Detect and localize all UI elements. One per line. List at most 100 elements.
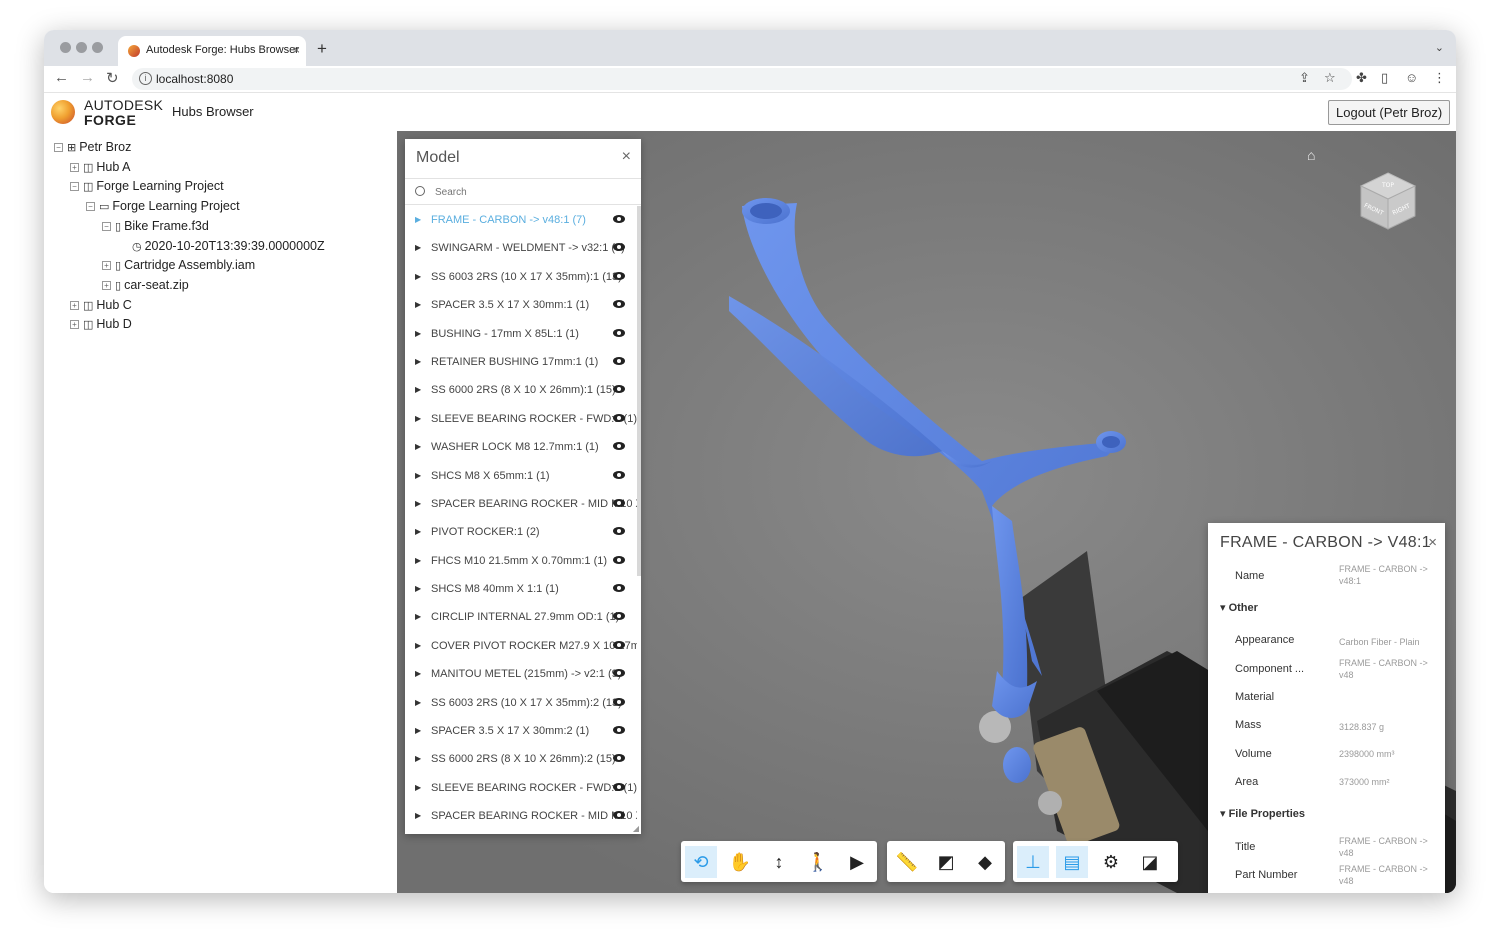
expand-arrow-icon[interactable]: ▶ (415, 547, 421, 575)
list-item[interactable]: ▶ FHCS M10 21.5mm X 0.70mm:1 (1) (405, 547, 637, 575)
visibility-eye-icon[interactable] (613, 385, 625, 394)
browser-menu-icon[interactable]: ⋮ (1433, 70, 1446, 86)
expand-arrow-icon[interactable]: ▶ (415, 348, 421, 376)
tree-node-file[interactable]: − ▯ Bike Frame.f3d (102, 218, 209, 234)
pan-tool-icon[interactable]: ✋ (724, 846, 756, 878)
list-item[interactable]: ▶ SS 6000 2RS (8 X 10 X 26mm):1 (15) (405, 376, 637, 404)
address-bar[interactable]: i localhost:8080 (132, 68, 1352, 90)
list-item[interactable]: ▶ WASHER LOCK M8 12.7mm:1 (1) (405, 433, 637, 461)
visibility-eye-icon[interactable] (613, 271, 625, 280)
expand-arrow-icon[interactable]: ▶ (415, 206, 421, 234)
list-item[interactable]: ▶ SPACER BEARING ROCKER - MID M10 X (405, 490, 637, 518)
profile-avatar-icon[interactable]: ☺ (1405, 70, 1418, 85)
logout-button[interactable]: Logout (Petr Broz) (1328, 100, 1451, 125)
zoom-tool-icon[interactable]: ↕ (763, 846, 795, 878)
collapse-toggle[interactable]: − (86, 202, 95, 211)
expand-arrow-icon[interactable]: ▶ (415, 376, 421, 404)
list-item[interactable]: ▶ SPACER 3.5 X 17 X 30mm:2 (1) (405, 717, 637, 745)
expand-toggle[interactable]: + (70, 163, 79, 172)
list-item[interactable]: ▶ FRAME - CARBON -> v48:1 (7) (405, 206, 637, 234)
visibility-eye-icon[interactable] (613, 442, 625, 451)
site-info-icon[interactable]: i (139, 72, 152, 85)
tree-node-file[interactable]: + ▯ Cartridge Assembly.iam (102, 257, 255, 273)
expand-arrow-icon[interactable]: ▶ (415, 433, 421, 461)
camera-tool-icon[interactable]: ▶ (841, 846, 873, 878)
scrollbar[interactable] (637, 206, 641, 576)
visibility-eye-icon[interactable] (613, 584, 625, 593)
expand-arrow-icon[interactable]: ▶ (415, 518, 421, 546)
viewcube-top-label[interactable]: TOP (1381, 182, 1394, 189)
visibility-eye-icon[interactable] (613, 782, 625, 791)
search-input[interactable] (435, 184, 625, 200)
expand-arrow-icon[interactable]: ▶ (415, 291, 421, 319)
expand-toggle[interactable]: + (70, 301, 79, 310)
collapse-toggle[interactable]: − (102, 222, 111, 231)
expand-arrow-icon[interactable]: ▶ (415, 575, 421, 603)
list-item[interactable]: ▶ BUSHING - 17mm X 85L:1 (1) (405, 320, 637, 348)
visibility-eye-icon[interactable] (613, 612, 625, 621)
properties-icon[interactable]: ▤ (1056, 846, 1088, 878)
visibility-eye-icon[interactable] (613, 215, 625, 223)
list-item[interactable]: ▶ SHCS M8 40mm X 1:1 (1) (405, 575, 637, 603)
visibility-eye-icon[interactable] (613, 669, 625, 678)
expand-arrow-icon[interactable]: ▶ (415, 802, 421, 824)
model-viewer[interactable]: ⌂ TOP FRONT RIGHT Model × ▶ FRAME - CARBO… (397, 131, 1456, 893)
side-panel-icon[interactable]: ▯ (1381, 70, 1388, 86)
new-tab-button[interactable]: + (317, 39, 327, 59)
list-item[interactable]: ▶ SLEEVE BEARING ROCKER - FWD:1 (1) (405, 405, 637, 433)
list-item[interactable]: ▶ COVER PIVOT ROCKER M27.9 X 10.17mm: (405, 632, 637, 660)
list-item[interactable]: ▶ SS 6000 2RS (8 X 10 X 26mm):2 (15) (405, 745, 637, 773)
expand-arrow-icon[interactable]: ▶ (415, 490, 421, 518)
expand-arrow-icon[interactable]: ▶ (415, 263, 421, 291)
home-view-icon[interactable]: ⌂ (1307, 147, 1315, 163)
first-person-tool-icon[interactable]: 🚶 (802, 846, 834, 878)
visibility-eye-icon[interactable] (613, 328, 625, 337)
tab-search-icon[interactable]: ⌄ (1435, 41, 1444, 54)
visibility-eye-icon[interactable] (613, 498, 625, 507)
explode-tool-icon[interactable]: ◆ (969, 846, 1001, 878)
tree-node-version[interactable]: ◷ 2020-10-20T13:39:39.0000000Z (132, 238, 325, 254)
list-item[interactable]: ▶ SWINGARM - WELDMENT -> v32:1 (9) (405, 234, 637, 262)
tree-node-hub[interactable]: + ◫ Hub D (70, 316, 132, 332)
minimize-window-button[interactable] (76, 42, 87, 53)
visibility-eye-icon[interactable] (613, 640, 625, 649)
expand-arrow-icon[interactable]: ▶ (415, 234, 421, 262)
list-item[interactable]: ▶ SLEEVE BEARING ROCKER - FWD:2 (1) (405, 774, 637, 802)
extensions-icon[interactable]: ✤ (1356, 70, 1367, 86)
measure-tool-icon[interactable]: 📏 (891, 846, 923, 878)
expand-arrow-icon[interactable]: ▶ (415, 774, 421, 802)
close-window-button[interactable] (60, 42, 71, 53)
list-item[interactable]: ▶ CIRCLIP INTERNAL 27.9mm OD:1 (1) (405, 603, 637, 631)
expand-toggle[interactable]: + (70, 320, 79, 329)
visibility-eye-icon[interactable] (613, 356, 625, 365)
fullscreen-icon[interactable]: ◪ (1134, 846, 1166, 878)
list-item[interactable]: ▶ SPACER BEARING ROCKER - MID M10 X (405, 802, 637, 824)
tree-node-file[interactable]: + ▯ car-seat.zip (102, 277, 189, 293)
close-tab-icon[interactable]: × (293, 43, 300, 57)
close-icon[interactable]: × (622, 148, 631, 166)
list-item[interactable]: ▶ SPACER 3.5 X 17 X 30mm:1 (1) (405, 291, 637, 319)
list-item[interactable]: ▶ MANITOU METEL (215mm) -> v2:1 (9) (405, 660, 637, 688)
list-item[interactable]: ▶ SS 6003 2RS (10 X 17 X 35mm):1 (13) (405, 263, 637, 291)
expand-arrow-icon[interactable]: ▶ (415, 689, 421, 717)
settings-gear-icon[interactable]: ⚙ (1095, 846, 1127, 878)
visibility-eye-icon[interactable] (613, 413, 625, 422)
list-item[interactable]: ▶ SHCS M8 X 65mm:1 (1) (405, 462, 637, 490)
expand-arrow-icon[interactable]: ▶ (415, 660, 421, 688)
browser-tab[interactable]: Autodesk Forge: Hubs Browser × (118, 36, 306, 66)
collapse-toggle[interactable]: − (70, 182, 79, 191)
forward-icon[interactable]: → (80, 69, 95, 86)
visibility-eye-icon[interactable] (613, 555, 625, 564)
view-cube[interactable]: TOP FRONT RIGHT (1359, 171, 1417, 231)
tree-node-user[interactable]: − ⊞ Petr Broz (54, 139, 131, 155)
reload-icon[interactable]: ↻ (106, 69, 119, 87)
expand-arrow-icon[interactable]: ▶ (415, 462, 421, 490)
back-icon[interactable]: ← (54, 69, 69, 86)
tree-node-folder[interactable]: − ▭ Forge Learning Project (86, 198, 240, 214)
tree-node-hub[interactable]: + ◫ Hub C (70, 297, 132, 313)
list-item[interactable]: ▶ SS 6003 2RS (10 X 17 X 35mm):2 (13) (405, 689, 637, 717)
expand-arrow-icon[interactable]: ▶ (415, 405, 421, 433)
share-icon[interactable]: ⇪ (1299, 70, 1310, 86)
tree-node-hub[interactable]: + ◫ Hub A (70, 159, 130, 175)
expand-arrow-icon[interactable]: ▶ (415, 603, 421, 631)
